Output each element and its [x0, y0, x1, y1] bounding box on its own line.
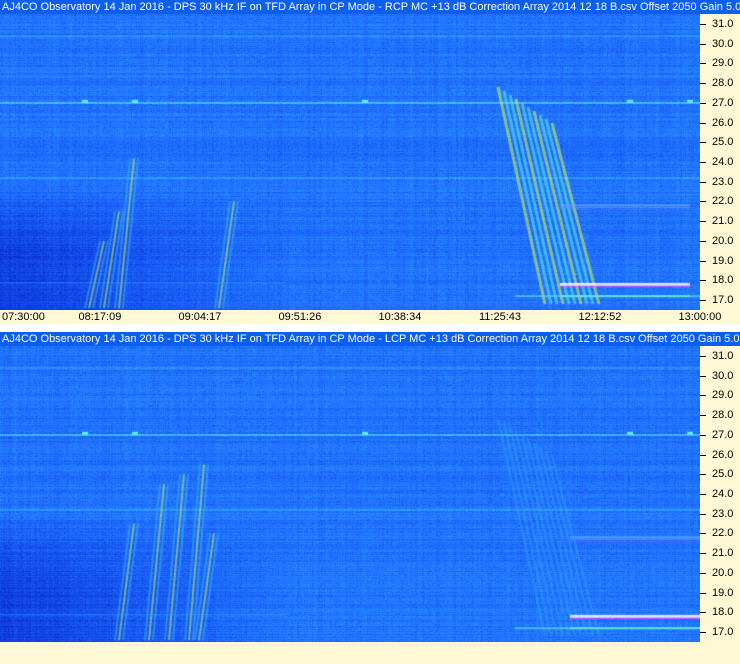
- x-tick-label: 08:17:09: [78, 311, 122, 323]
- rcp-spectrogram: [0, 14, 700, 310]
- y-tick-label: 25.0: [712, 136, 734, 149]
- y-tick: [700, 260, 706, 262]
- lcp-title: AJ4CO Observatory 14 Jan 2016 - DPS 30 k…: [0, 332, 740, 346]
- y-tick: [700, 454, 706, 456]
- x-tick-label: 09:04:17: [178, 311, 222, 323]
- y-tick: [700, 592, 706, 594]
- y-tick-label: 27.0: [712, 96, 734, 109]
- y-tick-label: 26.0: [712, 448, 734, 461]
- y-tick-label: 18.0: [712, 274, 734, 287]
- y-tick-label: 22.0: [712, 195, 734, 208]
- y-tick-label: 21.0: [712, 547, 734, 560]
- y-tick-label: 27.0: [712, 428, 734, 441]
- y-tick: [700, 280, 706, 282]
- x-tick-label: 09:51:26: [278, 311, 322, 323]
- y-tick: [700, 474, 706, 476]
- y-tick: [700, 63, 706, 65]
- rcp-y-axis: 31.0 30.0 29.0 28.0 27.0 26.0 25.0 24.0 23.0 22.0…: [700, 14, 740, 310]
- y-tick: [700, 572, 706, 574]
- y-tick-label: 19.0: [712, 254, 734, 267]
- y-tick-label: 25.0: [712, 468, 734, 481]
- rcp-x-axis: 07:30:00 08:17:09 09:04:17 09:51:26 10:38:34…: [0, 310, 740, 324]
- y-tick: [700, 23, 706, 25]
- rcp-title: AJ4CO Observatory 14 Jan 2016 - DPS 30 k…: [0, 0, 740, 14]
- y-tick-label: 26.0: [712, 116, 734, 129]
- y-tick: [700, 122, 706, 124]
- x-tick-label: 07:30:00: [2, 311, 45, 323]
- x-tick-label: 10:38:34: [378, 311, 422, 323]
- y-tick: [700, 43, 706, 45]
- y-tick: [700, 415, 706, 417]
- y-tick-label: 28.0: [712, 409, 734, 422]
- y-tick: [700, 632, 706, 634]
- y-tick-label: 18.0: [712, 606, 734, 619]
- y-tick: [700, 355, 706, 357]
- x-tick-label: 13:00:00: [678, 311, 722, 323]
- y-tick: [700, 395, 706, 397]
- y-tick-label: 29.0: [712, 57, 734, 70]
- y-tick: [700, 375, 706, 377]
- y-tick-label: 22.0: [712, 527, 734, 540]
- y-tick-label: 23.0: [712, 507, 734, 520]
- y-tick: [700, 434, 706, 436]
- y-tick-label: 17.0: [712, 626, 734, 639]
- y-tick-label: 31.0: [712, 17, 734, 30]
- panel-separator: [0, 324, 740, 332]
- y-tick: [700, 612, 706, 614]
- y-tick-label: 17.0: [712, 294, 734, 307]
- y-tick: [700, 553, 706, 555]
- y-tick-label: 24.0: [712, 156, 734, 168]
- y-tick: [700, 221, 706, 223]
- y-tick-label: 21.0: [712, 215, 734, 228]
- y-tick: [700, 533, 706, 535]
- lcp-panel: AJ4CO Observatory 14 Jan 2016 - DPS 30 k…: [0, 332, 740, 664]
- y-tick: [700, 240, 706, 242]
- y-tick: [700, 181, 706, 183]
- y-tick-label: 28.0: [712, 77, 734, 90]
- lcp-spectrogram: [0, 346, 700, 642]
- y-tick-label: 31.0: [712, 349, 734, 362]
- y-tick-label: 29.0: [712, 389, 734, 402]
- y-tick-label: 20.0: [712, 566, 734, 579]
- y-tick-label: 19.0: [712, 586, 734, 599]
- x-tick-label: 12:12:52: [578, 311, 622, 323]
- y-tick-label: 30.0: [712, 37, 734, 50]
- y-tick: [700, 513, 706, 515]
- rcp-panel: AJ4CO Observatory 14 Jan 2016 - DPS 30 k…: [0, 0, 740, 330]
- y-tick: [700, 83, 706, 85]
- y-tick: [700, 300, 706, 302]
- y-tick: [700, 102, 706, 104]
- y-tick: [700, 201, 706, 203]
- y-tick-label: 20.0: [712, 234, 734, 247]
- y-tick: [700, 162, 706, 163]
- y-tick-label: 23.0: [712, 175, 734, 188]
- y-tick-label: 24.0: [712, 488, 734, 500]
- lcp-y-axis: 31.0 30.0 29.0 28.0 27.0 26.0 25.0 24.0 23.0 22.0…: [700, 346, 740, 642]
- y-tick: [700, 142, 706, 144]
- y-tick-label: 30.0: [712, 369, 734, 382]
- x-tick-label: 11:25:43: [479, 311, 522, 323]
- y-tick: [700, 494, 706, 495]
